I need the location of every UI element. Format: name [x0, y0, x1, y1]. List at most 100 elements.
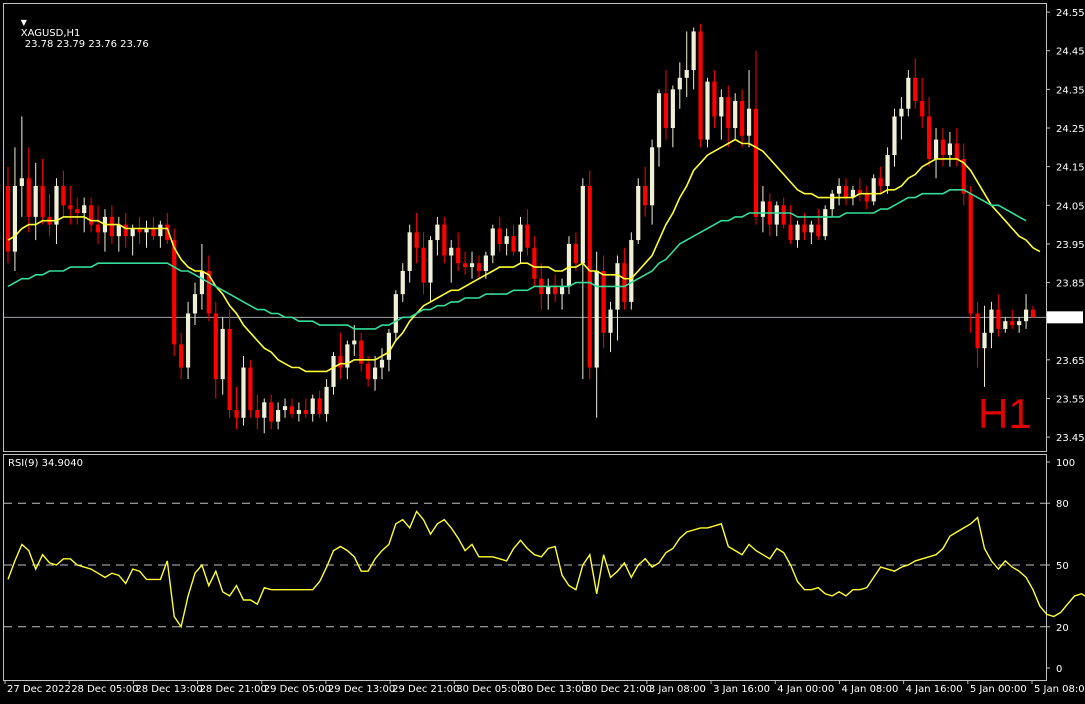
candle-body [899, 108, 904, 117]
candle-body [774, 205, 779, 225]
candle-body [511, 236, 516, 252]
candle-body [532, 247, 537, 279]
current-price-label: 23.76 [1054, 313, 1083, 324]
time-tick-label: 28 Dec 21:00 [200, 684, 267, 695]
candle-body [830, 193, 835, 210]
candle-body [906, 77, 911, 109]
candle-body [573, 243, 579, 264]
price-tick-label: 24.05 [1056, 201, 1085, 212]
time-tick-label: 29 Dec 05:00 [264, 684, 331, 695]
price-tick-label: 24.15 [1056, 163, 1085, 174]
candle-body [684, 70, 689, 78]
candle-body [1030, 309, 1036, 318]
candle-body [1003, 321, 1008, 329]
candle-body [663, 93, 669, 129]
rsi-tick-label: 0 [1056, 664, 1062, 675]
candle-body [823, 209, 828, 237]
rsi-line [7, 510, 1085, 629]
price-tick-label: 24.25 [1056, 124, 1085, 135]
candle-body [836, 185, 842, 194]
rsi-title: RSI(9) 34.9040 [8, 458, 83, 469]
candle-body [913, 77, 918, 101]
candle-body [705, 81, 710, 140]
candle-body [933, 139, 939, 159]
candle-body [40, 185, 45, 217]
candle-body [698, 31, 703, 140]
candle-body [809, 224, 814, 233]
candle-body [712, 81, 717, 117]
rsi-plot-frame [3, 454, 1047, 681]
candle-body [885, 155, 890, 186]
candle-body [864, 193, 869, 202]
candle-body [843, 185, 849, 198]
candle-body [352, 340, 357, 345]
candle-body [1023, 309, 1029, 322]
time-tick-label: 30 Dec 21:00 [585, 684, 652, 695]
candle-body [1017, 321, 1022, 326]
chart-svg: 24.55 24.45 24.35 24.25 24.15 24.05 23.95 23.85… [3, 3, 1085, 695]
candle-body [982, 332, 987, 349]
candle-body [331, 355, 336, 387]
candle-body [255, 410, 260, 418]
candle-body [95, 224, 101, 233]
chart-root: 24.55 24.45 24.35 24.25 24.15 24.05 23.95 23.85… [0, 0, 1085, 700]
candle-body [61, 185, 66, 206]
time-tick-label: 5 Jan 00:00 [970, 684, 1027, 695]
time-tick-label: 5 Jan 08:00 [1034, 684, 1085, 695]
candle-body [366, 363, 371, 380]
candle-body [248, 367, 253, 411]
candle-body [483, 255, 488, 271]
candle-body [559, 286, 565, 295]
candle-body [462, 263, 468, 268]
time-tick-label: 28 Dec 13:00 [135, 684, 202, 695]
candle-body [234, 410, 239, 418]
candle-body [442, 224, 447, 256]
candle-body [372, 367, 378, 380]
header-dropdown-icon[interactable]: ▼ [21, 18, 27, 27]
candle-body [26, 178, 31, 217]
candle-body [553, 286, 558, 295]
ma-fast-line [7, 138, 1041, 373]
candle-body [497, 228, 502, 244]
candle-body [629, 240, 634, 302]
price-tick-label: 24.35 [1056, 85, 1085, 96]
candle-body [54, 185, 59, 225]
time-tick-label: 4 Jan 00:00 [777, 684, 834, 695]
candle-body [740, 100, 745, 136]
candle-body [656, 93, 662, 148]
timeframe-watermark: H1 [978, 390, 1032, 437]
candle-body [5, 185, 11, 252]
candle-body [947, 143, 952, 156]
candle-body [227, 328, 232, 411]
candle-body [130, 228, 135, 237]
time-tick-label: 27 Dec 2022 [7, 684, 71, 695]
candle-body [975, 313, 980, 349]
candle-body [622, 263, 627, 302]
candle-body [199, 270, 205, 295]
candle-body [324, 386, 329, 414]
candle-body [802, 224, 807, 233]
price-tick-label: 23.95 [1056, 240, 1085, 251]
time-tick-label: 3 Jan 08:00 [649, 684, 706, 695]
candle-body [469, 263, 475, 268]
candle-body [428, 240, 433, 283]
candle-body [435, 224, 440, 241]
time-tick-label: 29 Dec 21:00 [392, 684, 459, 695]
candle-body [310, 398, 315, 414]
price-tick-label: 23.45 [1056, 433, 1085, 444]
candle-body [151, 228, 156, 237]
candle-body [566, 243, 572, 287]
candle-body [213, 313, 218, 380]
candle-body [19, 178, 24, 186]
candle-body [421, 247, 426, 283]
moving-averages-layer [7, 138, 1041, 373]
candle-body [816, 224, 821, 237]
candle-body [940, 139, 946, 156]
time-tick-label: 30 Dec 05:00 [456, 684, 523, 695]
candle-body [927, 116, 932, 159]
rsi-tick-label: 100 [1056, 458, 1075, 469]
candle-body [636, 185, 641, 241]
candle-body [781, 205, 786, 225]
candle-body [456, 247, 461, 264]
candle-body [920, 100, 925, 117]
